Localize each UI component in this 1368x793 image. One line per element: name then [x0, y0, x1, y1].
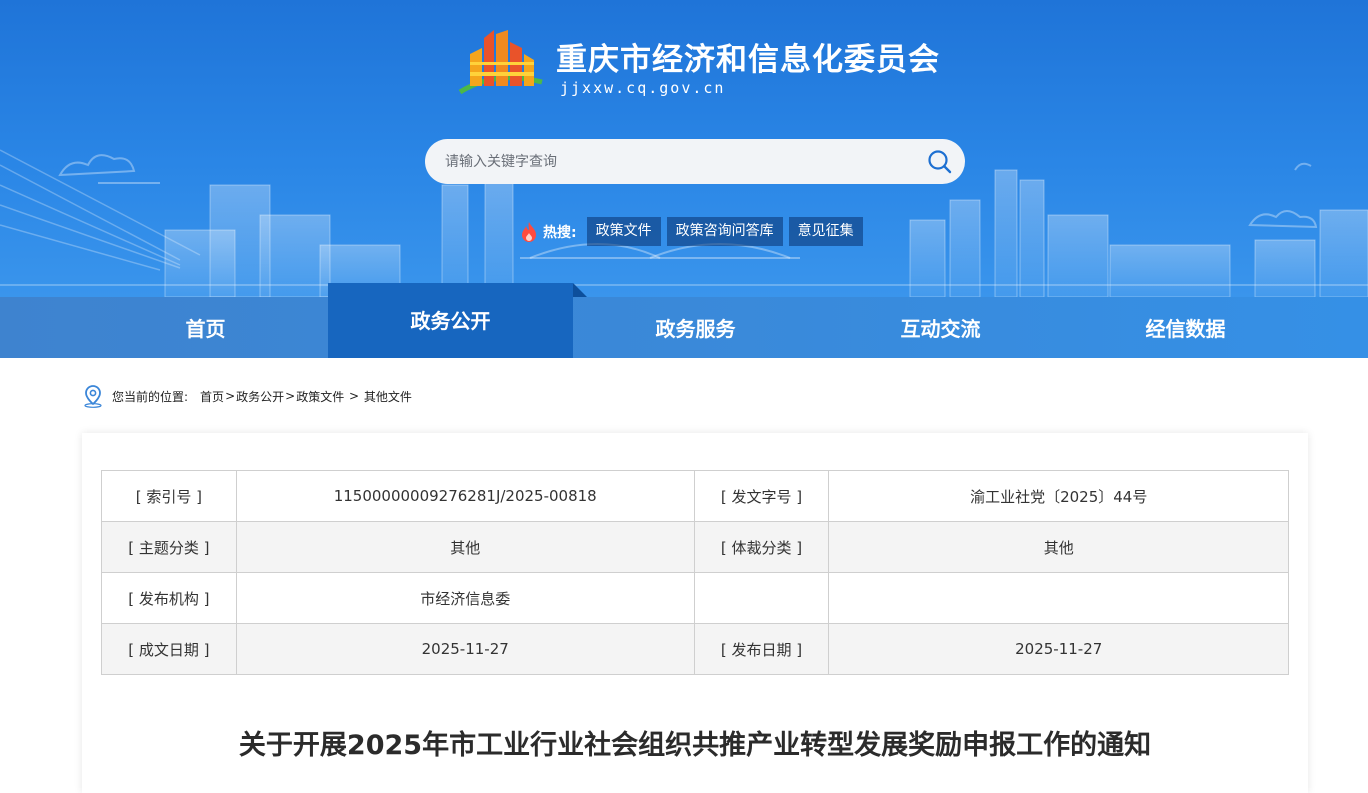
location-pin-icon [84, 385, 102, 408]
hot-tag-opinion-collection[interactable]: 意见征集 [788, 217, 863, 246]
meta-key-empty [693, 572, 830, 624]
site-title: 重庆市经济和信息化委员会 [556, 42, 940, 78]
nav-item-gov-services[interactable]: 政务服务 [573, 297, 818, 358]
search-button[interactable] [927, 149, 953, 175]
breadcrumb-prefix: 您当前的位置: [112, 389, 189, 404]
table-row: [ 发布机构 ] 市经济信息委 [101, 572, 1289, 624]
meta-value-publish-date: 2025-11-27 [828, 623, 1289, 675]
hot-tag-policy-qa[interactable]: 政策咨询问答库 [666, 217, 783, 246]
nav-item-interaction[interactable]: 互动交流 [818, 297, 1063, 358]
hot-search-label: 热搜: [543, 224, 577, 241]
breadcrumb-gov-affairs-open[interactable]: 政务公开 [236, 388, 284, 405]
fire-icon [522, 221, 536, 242]
breadcrumb-other-files[interactable]: 其他文件 [364, 388, 412, 405]
site-domain: jjxxw.cq.gov.cn [560, 79, 726, 97]
meta-value-written-date: 2025-11-27 [235, 623, 695, 675]
meta-key-genre-category: [ 体裁分类 ] [693, 521, 830, 573]
table-row: [ 主题分类 ] 其他 [ 体裁分类 ] 其他 [101, 521, 1289, 573]
breadcrumb-separator: > [285, 389, 296, 403]
breadcrumb: 您当前的位置: 首页 > 政务公开 > 政策文件 > 其他文件 [82, 384, 412, 408]
meta-value-document-number: 渝工业社党〔2025〕44号 [828, 470, 1289, 522]
meta-key-written-date: [ 成文日期 ] [101, 623, 237, 675]
nav-item-home[interactable]: 首页 [83, 297, 328, 358]
meta-key-publish-date: [ 发布日期 ] [693, 623, 830, 675]
chongqing-emblem-icon [458, 30, 543, 95]
meta-key-issuing-agency: [ 发布机构 ] [101, 572, 237, 624]
meta-value-index-number: 11500000009276281J/2025-00818 [235, 470, 695, 522]
header-banner: 重庆市经济和信息化委员会 jjxxw.cq.gov.cn 热搜: 政策文件 政策… [0, 0, 1368, 297]
nav-item-econ-data[interactable]: 经信数据 [1063, 297, 1308, 358]
main-nav: 首页 政务公开 政务服务 互动交流 经信数据 [0, 283, 1368, 358]
meta-value-issuing-agency: 市经济信息委 [235, 572, 695, 624]
search-box [425, 139, 965, 184]
meta-value-empty [828, 572, 1289, 624]
document-title: 关于开展2025年市工业行业社会组织共推产业转型发展奖励申报工作的通知 [238, 730, 1152, 761]
nav-item-gov-affairs-open[interactable]: 政务公开 [328, 283, 587, 358]
search-input[interactable] [443, 139, 923, 184]
site-logo[interactable] [456, 26, 546, 100]
meta-key-topic-category: [ 主题分类 ] [101, 521, 237, 573]
breadcrumb-separator: > [345, 389, 363, 403]
table-row: [ 成文日期 ] 2025-11-27 [ 发布日期 ] 2025-11-27 [101, 623, 1289, 675]
breadcrumb-policy-files[interactable]: 政策文件 [296, 388, 344, 405]
search-icon [928, 150, 952, 174]
document-meta-table: [ 索引号 ] 11500000009276281J/2025-00818 [ … [101, 470, 1289, 675]
hot-search-row: 热搜: 政策文件 政策咨询问答库 意见征集 [519, 217, 869, 246]
meta-value-topic-category: 其他 [235, 521, 695, 573]
breadcrumb-separator: > [225, 389, 236, 403]
content-card: [ 索引号 ] 11500000009276281J/2025-00818 [ … [82, 433, 1308, 793]
hot-tag-policy-files[interactable]: 政策文件 [586, 217, 661, 246]
breadcrumb-home[interactable]: 首页 [200, 388, 224, 405]
meta-key-document-number: [ 发文字号 ] [693, 470, 830, 522]
table-row: [ 索引号 ] 11500000009276281J/2025-00818 [ … [101, 470, 1289, 522]
meta-value-genre-category: 其他 [828, 521, 1289, 573]
meta-key-index-number: [ 索引号 ] [101, 470, 237, 522]
